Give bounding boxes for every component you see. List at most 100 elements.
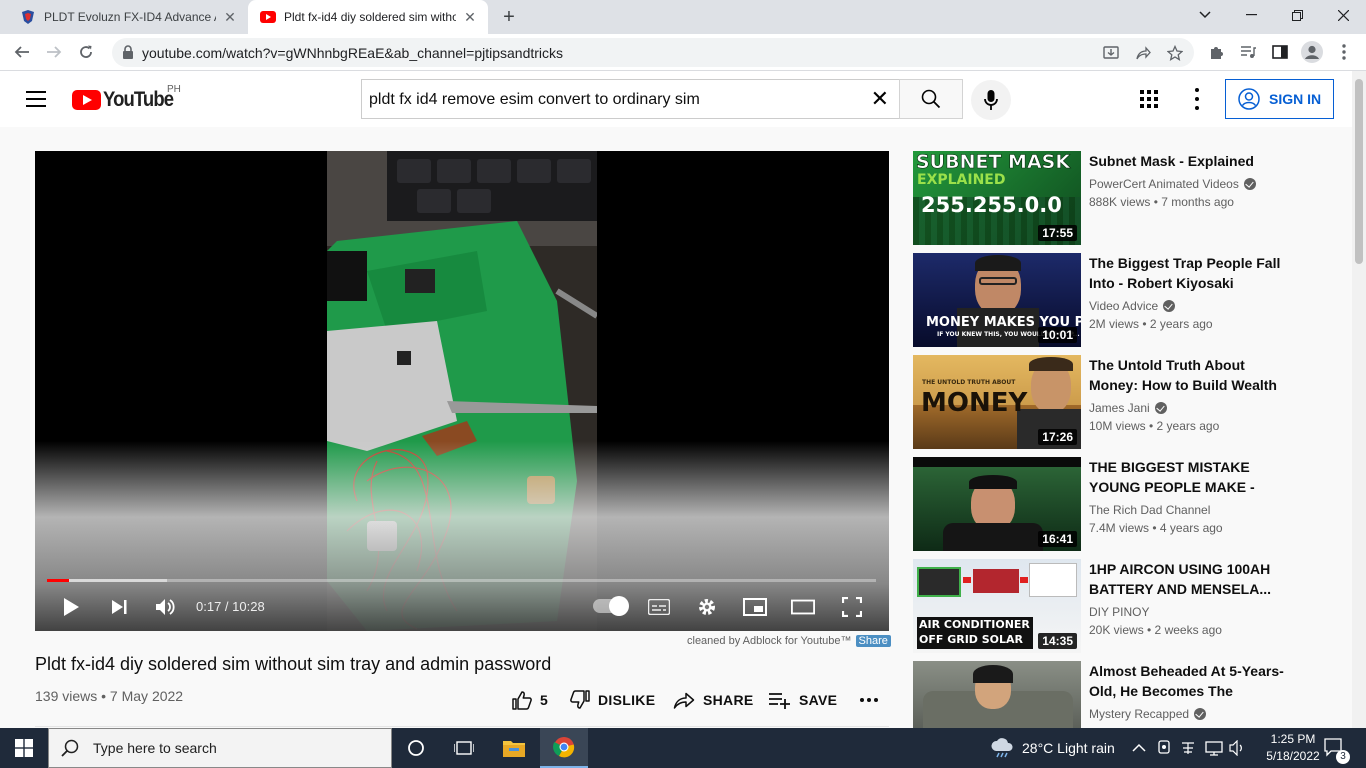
more-actions-icon[interactable] <box>860 688 886 712</box>
related-video[interactable]: SUBNET MASK EXPLAINED 255.255.0.0 17:55 … <box>913 151 1313 245</box>
related-video-title[interactable]: The Biggest Trap People Fall Into - Robe… <box>1089 253 1289 293</box>
search-button[interactable] <box>899 79 963 119</box>
adblock-share-button[interactable]: Share <box>855 635 891 647</box>
new-tab-button[interactable]: + <box>498 6 520 28</box>
related-video[interactable]: THE UNTOLD TRUTH ABOUT MONEY 17:26 The U… <box>913 355 1313 449</box>
clock-time: 1:25 PM <box>1270 732 1316 746</box>
notification-center-icon[interactable]: 3 <box>1324 728 1350 768</box>
side-panel-icon[interactable] <box>1266 38 1294 66</box>
search-input[interactable]: pldt fx id4 remove esim convert to ordin… <box>361 79 900 119</box>
youtube-logo[interactable]: YouTube PH <box>72 84 183 112</box>
related-video-title[interactable]: Subnet Mask - Explained <box>1089 151 1289 171</box>
minimize-icon[interactable] <box>1228 0 1274 30</box>
verified-badge-icon <box>1163 300 1176 312</box>
browser-menu-icon[interactable] <box>1330 38 1358 66</box>
video-thumbnail[interactable] <box>913 661 1081 728</box>
input-method-icon[interactable] <box>1180 728 1196 768</box>
channel-name[interactable]: The Rich Dad Channel <box>1089 503 1210 517</box>
url-text: youtube.com/watch?v=gWNhnbgREaE&ab_chann… <box>142 45 564 61</box>
volume-icon[interactable] <box>154 595 178 619</box>
channel-label: PowerCert Animated Videos <box>1089 177 1239 191</box>
extensions-puzzle-icon[interactable] <box>1202 38 1230 66</box>
channel-name[interactable]: Video Advice <box>1089 299 1176 313</box>
video-thumbnail[interactable]: SUBNET MASK EXPLAINED 255.255.0.0 17:55 <box>913 151 1081 245</box>
video-player[interactable]: 0:17 / 10:28 <box>35 151 889 631</box>
playlist-add-icon <box>769 693 790 709</box>
restore-icon[interactable] <box>1274 0 1320 30</box>
channel-name[interactable]: PowerCert Animated Videos <box>1089 177 1256 191</box>
close-tab-icon[interactable]: ✕ <box>462 9 478 25</box>
scrollbar-thumb[interactable] <box>1355 79 1363 264</box>
save-button[interactable]: SAVE <box>769 688 837 712</box>
related-video[interactable]: MONEY MAKES YOU POOR IF YOU KNEW THIS, Y… <box>913 253 1313 347</box>
settings-gear-icon[interactable] <box>695 595 719 619</box>
weather-widget[interactable]: 28°C Light rain <box>990 728 1115 768</box>
cortana-icon[interactable] <box>392 728 440 768</box>
video-thumbnail[interactable]: MONEY MAKES YOU POOR IF YOU KNEW THIS, Y… <box>913 253 1081 347</box>
related-video-title[interactable]: Almost Beheaded At 5-Years-Old, He Becom… <box>1089 661 1289 701</box>
youtube-wordmark: YouTube <box>103 88 174 111</box>
video-thumbnail[interactable]: AIR CONDITIONER OFF GRID SOLAR 14:35 <box>913 559 1081 653</box>
related-video[interactable]: Almost Beheaded At 5-Years-Old, He Becom… <box>913 661 1313 728</box>
share-button[interactable]: SHARE <box>673 688 754 712</box>
share-page-icon[interactable] <box>1134 44 1152 62</box>
related-video[interactable]: 16:41 THE BIGGEST MISTAKE YOUNG PEOPLE M… <box>913 457 1313 551</box>
settings-more-icon[interactable] <box>1190 88 1204 110</box>
video-thumbnail[interactable]: 16:41 <box>913 457 1081 551</box>
back-arrow-icon[interactable] <box>8 38 36 66</box>
autoplay-toggle[interactable] <box>593 596 629 616</box>
related-video-title[interactable]: 1HP AIRCON USING 100AH BATTERY AND MENSE… <box>1089 559 1289 599</box>
share-label: SHARE <box>703 692 754 708</box>
browser-tab-pldt[interactable]: PLDT Evoluzn FX-ID4 Advance Ac ✕ <box>8 0 248 34</box>
media-queue-icon[interactable] <box>1234 38 1262 66</box>
reload-icon[interactable] <box>72 38 100 66</box>
forward-arrow-icon[interactable] <box>40 38 68 66</box>
channel-name[interactable]: Mystery Recapped <box>1089 707 1207 721</box>
close-tab-icon[interactable]: ✕ <box>222 9 238 25</box>
windows-start-icon[interactable] <box>0 728 48 768</box>
video-thumbnail[interactable]: THE UNTOLD TRUTH ABOUT MONEY 17:26 <box>913 355 1081 449</box>
related-video[interactable]: AIR CONDITIONER OFF GRID SOLAR 14:35 1HP… <box>913 559 1313 653</box>
related-video-title[interactable]: The Untold Truth About Money: How to Bui… <box>1089 355 1289 395</box>
voice-search-button[interactable] <box>971 80 1011 120</box>
chrome-taskbar-icon[interactable] <box>540 728 588 768</box>
show-hidden-icons-chevron-icon[interactable] <box>1132 728 1146 768</box>
progress-bar[interactable] <box>47 579 876 582</box>
profile-avatar-icon[interactable] <box>1298 38 1326 66</box>
browser-tab-youtube[interactable]: Pldt fx-id4 diy soldered sim witho ✕ <box>248 0 488 34</box>
taskbar-search-input[interactable]: Type here to search <box>48 728 392 768</box>
taskbar-clock[interactable]: 1:25 PM 5/18/2022 <box>1262 731 1324 765</box>
hamburger-menu-icon[interactable] <box>26 91 46 107</box>
theater-mode-icon[interactable] <box>791 595 815 619</box>
sign-in-button[interactable]: SIGN IN <box>1225 79 1334 119</box>
bookmark-star-icon[interactable] <box>1166 44 1184 62</box>
lock-icon <box>123 45 133 59</box>
apps-grid-icon[interactable] <box>1140 90 1158 108</box>
like-button[interactable]: 5 <box>512 688 548 712</box>
channel-name[interactable]: James Jani <box>1089 401 1167 415</box>
search-query: pldt fx id4 remove esim convert to ordin… <box>369 91 700 108</box>
network-icon[interactable] <box>1205 728 1223 768</box>
clear-search-icon[interactable]: ✕ <box>871 88 889 110</box>
install-app-icon[interactable] <box>1102 44 1120 62</box>
close-window-icon[interactable] <box>1320 0 1366 30</box>
channel-name[interactable]: DIY PINOY <box>1089 605 1149 619</box>
subtitles-icon[interactable] <box>647 595 671 619</box>
task-view-icon[interactable] <box>440 728 488 768</box>
related-video-title[interactable]: THE BIGGEST MISTAKE YOUNG PEOPLE MAKE - … <box>1089 457 1289 497</box>
played-bar <box>47 579 70 582</box>
tab-search-chevron-icon[interactable] <box>1182 0 1228 30</box>
miniplayer-icon[interactable] <box>743 595 767 619</box>
file-explorer-icon[interactable] <box>490 728 538 768</box>
dislike-button[interactable]: DISLIKE <box>570 688 655 712</box>
thumbs-down-icon <box>570 690 590 709</box>
play-icon[interactable] <box>59 595 83 619</box>
page-scrollbar[interactable] <box>1352 71 1366 728</box>
verified-badge-icon <box>1194 708 1207 720</box>
address-bar[interactable]: youtube.com/watch?v=gWNhnbgREaE&ab_chann… <box>112 38 1194 67</box>
next-icon[interactable] <box>107 595 131 619</box>
sign-in-label: SIGN IN <box>1269 91 1322 107</box>
fullscreen-icon[interactable] <box>840 595 864 619</box>
meet-now-icon[interactable] <box>1158 728 1172 768</box>
volume-speaker-icon[interactable] <box>1229 728 1247 768</box>
